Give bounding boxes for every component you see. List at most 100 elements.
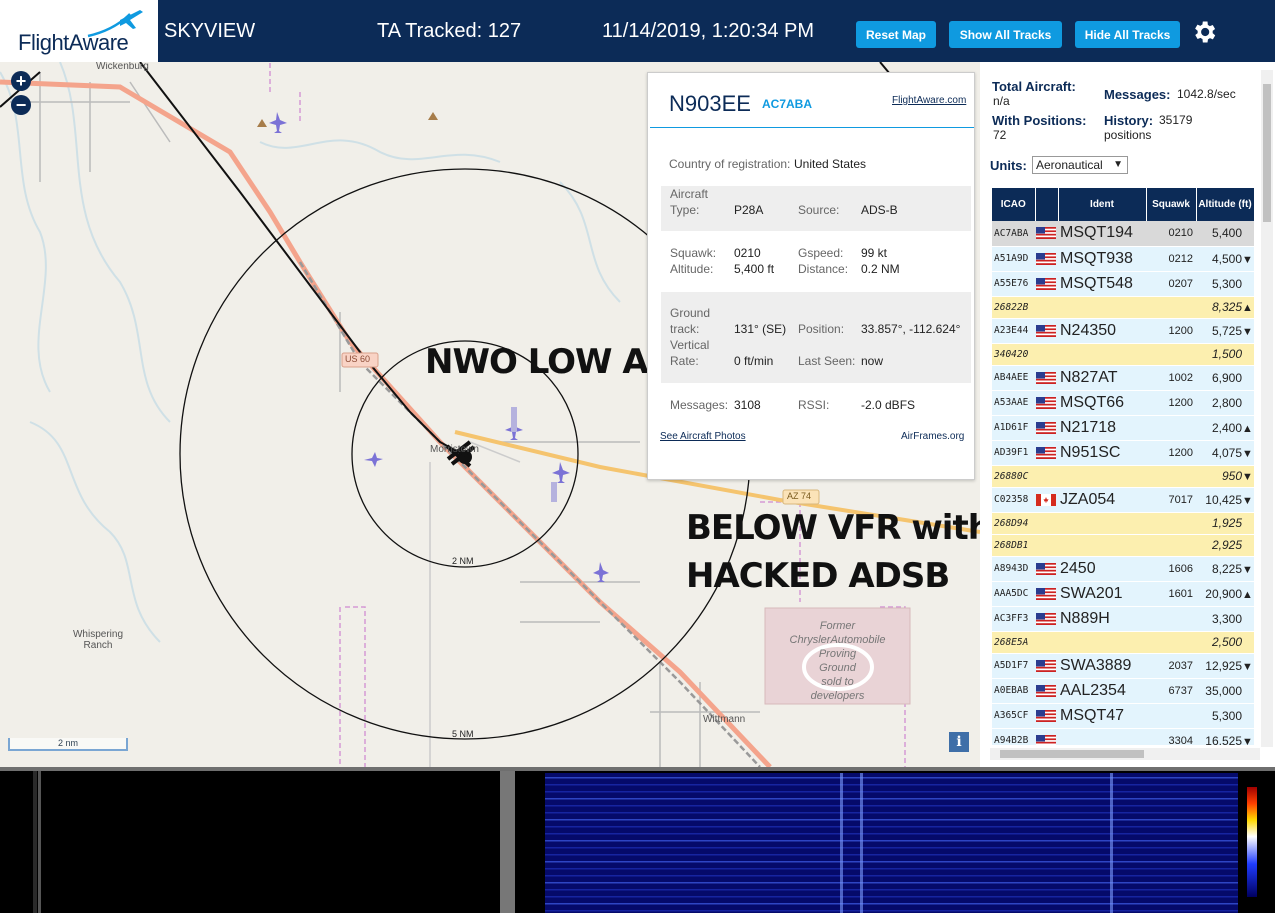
range-ring-5nm-label: 5 NM xyxy=(452,729,474,739)
row-icao: C02358 xyxy=(992,487,1035,513)
row-ident: MSQT938 xyxy=(1058,246,1146,272)
table-row[interactable]: A53AAE MSQT66 1200 2,800 xyxy=(992,390,1254,416)
horizontal-scroll-thumb[interactable] xyxy=(1000,750,1144,758)
table-row[interactable]: 268D94 1,925 xyxy=(992,512,1254,535)
settings-gear-icon[interactable] xyxy=(1190,18,1218,46)
zoom-in-button[interactable]: + xyxy=(11,71,31,91)
row-flag xyxy=(1035,415,1058,441)
hide-all-tracks-button[interactable]: Hide All Tracks xyxy=(1075,21,1180,48)
row-altitude-value: 2,500 xyxy=(1211,635,1242,649)
row-ident: MSQT47 xyxy=(1058,703,1146,729)
column-header-ident[interactable]: Ident xyxy=(1058,188,1147,221)
flightaware-logo[interactable]: FlightAware xyxy=(0,0,158,62)
annotation-below-vfr-line1: BELOW VFR with xyxy=(686,508,980,548)
us-flag-icon xyxy=(1036,371,1056,384)
table-row[interactable]: A8943D 2450 1606 8,225▼ xyxy=(992,556,1254,582)
row-ident: MSQT66 xyxy=(1058,390,1146,416)
row-icao: 268DB1 xyxy=(992,534,1035,557)
distance-value: 0.2 NM xyxy=(861,262,900,276)
table-row[interactable]: A51A9D MSQT938 0212 4,500▼ xyxy=(992,246,1254,272)
table-row[interactable]: AAA5DC SWA201 1601 20,900▲ xyxy=(992,581,1254,607)
current-datetime: 11/14/2019, 1:20:34 PM xyxy=(602,20,815,42)
row-squawk: 0212 xyxy=(1146,246,1196,272)
row-ident xyxy=(1058,728,1146,745)
altitude-trend-icon: ▲ xyxy=(1242,422,1253,435)
table-row[interactable]: A5D1F7 SWA3889 2037 12,925▼ xyxy=(992,653,1254,679)
aircraft-registration: N903EE xyxy=(669,91,751,116)
wickenburg-label: Wickenburg xyxy=(96,62,149,72)
horizontal-scrollbar[interactable] xyxy=(990,748,1260,760)
reset-map-button[interactable]: Reset Map xyxy=(856,21,936,48)
waterfall-row xyxy=(545,784,1238,786)
row-flag xyxy=(1035,390,1058,416)
table-row[interactable]: A365CF MSQT47 5,300 xyxy=(992,703,1254,729)
range-ring-2nm-label: 2 NM xyxy=(452,556,474,566)
column-header-squawk[interactable]: Squawk xyxy=(1146,188,1197,221)
row-altitude: 3,300 xyxy=(1196,606,1254,632)
last-seen-value: now xyxy=(861,354,884,368)
us60-label: US 60 xyxy=(345,354,371,364)
total-aircraft-value: n/a xyxy=(993,94,1010,108)
map-info-button[interactable]: i xyxy=(949,732,969,752)
altitude-label: Altitude: xyxy=(670,262,714,276)
table-row[interactable]: AC3FF3 N889H 3,300 xyxy=(992,606,1254,632)
row-ident: N951SC xyxy=(1058,440,1146,466)
altitude-trend-icon: ▲ xyxy=(1242,302,1253,314)
aircraft-photos-link[interactable]: See Aircraft Photos xyxy=(660,431,746,442)
canada-flag-icon xyxy=(1036,493,1056,506)
waterfall-row xyxy=(545,777,1238,779)
table-row[interactable]: AC7ABA MSQT194 0210 5,400 xyxy=(992,221,1254,247)
vertical-scroll-thumb[interactable] xyxy=(1263,84,1271,222)
table-row[interactable]: A0EBAB AAL2354 6737 35,000 xyxy=(992,678,1254,704)
row-icao: A23E44 xyxy=(992,318,1035,344)
row-altitude: 5,725▼ xyxy=(1196,318,1254,344)
airframes-link[interactable]: AirFrames.org xyxy=(901,431,964,442)
column-header-icao[interactable]: ICAO xyxy=(992,188,1036,221)
table-row[interactable]: 26880C 950▼ xyxy=(992,465,1254,488)
aircraft-table-body: AC7ABA MSQT194 0210 5,400 A51A9D MSQT938 0212 4… xyxy=(992,221,1254,745)
ground-track-value: 131° (SE) xyxy=(734,322,787,336)
show-all-tracks-button[interactable]: Show All Tracks xyxy=(949,21,1062,48)
altitude-value: 5,400 ft xyxy=(734,262,775,276)
rssi-label: RSSI: xyxy=(798,398,830,412)
messages-rate-label: Messages: xyxy=(1104,87,1171,102)
row-altitude-value: 5,725 xyxy=(1211,323,1242,338)
row-flag xyxy=(1035,678,1058,704)
row-altitude-value: 8,325 xyxy=(1211,300,1242,314)
table-row[interactable]: A23E44 N24350 1200 5,725▼ xyxy=(992,318,1254,344)
waterfall-carrier xyxy=(840,773,843,913)
column-header-altitude[interactable]: Altitude (ft) xyxy=(1196,188,1254,221)
table-row[interactable]: AD39F1 N951SC 1200 4,075▼ xyxy=(992,440,1254,466)
vertical-scrollbar[interactable] xyxy=(1261,70,1273,747)
row-altitude: 1,925 xyxy=(1196,512,1254,535)
row-squawk xyxy=(1146,631,1196,654)
waterfall-row xyxy=(545,819,1238,821)
whispering-ranch-label: Whispering Ranch xyxy=(72,629,124,651)
table-row[interactable]: 340420 1,500 xyxy=(992,343,1254,366)
source-label: Source: xyxy=(798,203,840,217)
table-row[interactable]: AB4AEE N827AT 1002 6,900 xyxy=(992,365,1254,391)
row-icao: 26822B xyxy=(992,296,1035,319)
row-altitude-value: 8,225 xyxy=(1211,561,1242,576)
row-ident xyxy=(1058,512,1146,535)
row-icao: AD39F1 xyxy=(992,440,1035,466)
table-row[interactable]: A94B2B 3304 16,525▼ xyxy=(992,728,1254,745)
units-select[interactable]: Aeronautical ▼ xyxy=(1032,156,1128,174)
column-header-flag[interactable] xyxy=(1035,188,1059,221)
table-row[interactable]: 268DB1 2,925 xyxy=(992,534,1254,557)
row-squawk: 0207 xyxy=(1146,271,1196,297)
aircraft-table-container[interactable]: ICAO Ident Squawk Altitude (ft) AC7ABA MS… xyxy=(992,188,1254,745)
table-row[interactable]: 26822B 8,325▲ xyxy=(992,296,1254,319)
table-row[interactable]: A55E76 MSQT548 0207 5,300 xyxy=(992,271,1254,297)
row-squawk: 1200 xyxy=(1146,318,1196,344)
row-altitude-value: 950 xyxy=(1221,469,1242,483)
map-scale-bar: 2 nm xyxy=(8,738,128,751)
row-altitude-value: 3,300 xyxy=(1211,611,1242,626)
row-flag xyxy=(1035,440,1058,466)
flightaware-link[interactable]: FlightAware.com xyxy=(892,95,966,106)
table-row[interactable]: C02358 JZA054 7017 10,425▼ xyxy=(992,487,1254,513)
row-ident: SWA3889 xyxy=(1058,653,1146,679)
table-row[interactable]: 268E5A 2,500 xyxy=(992,631,1254,654)
zoom-out-button[interactable]: − xyxy=(11,95,31,115)
table-row[interactable]: A1D61F N21718 2,400▲ xyxy=(992,415,1254,441)
